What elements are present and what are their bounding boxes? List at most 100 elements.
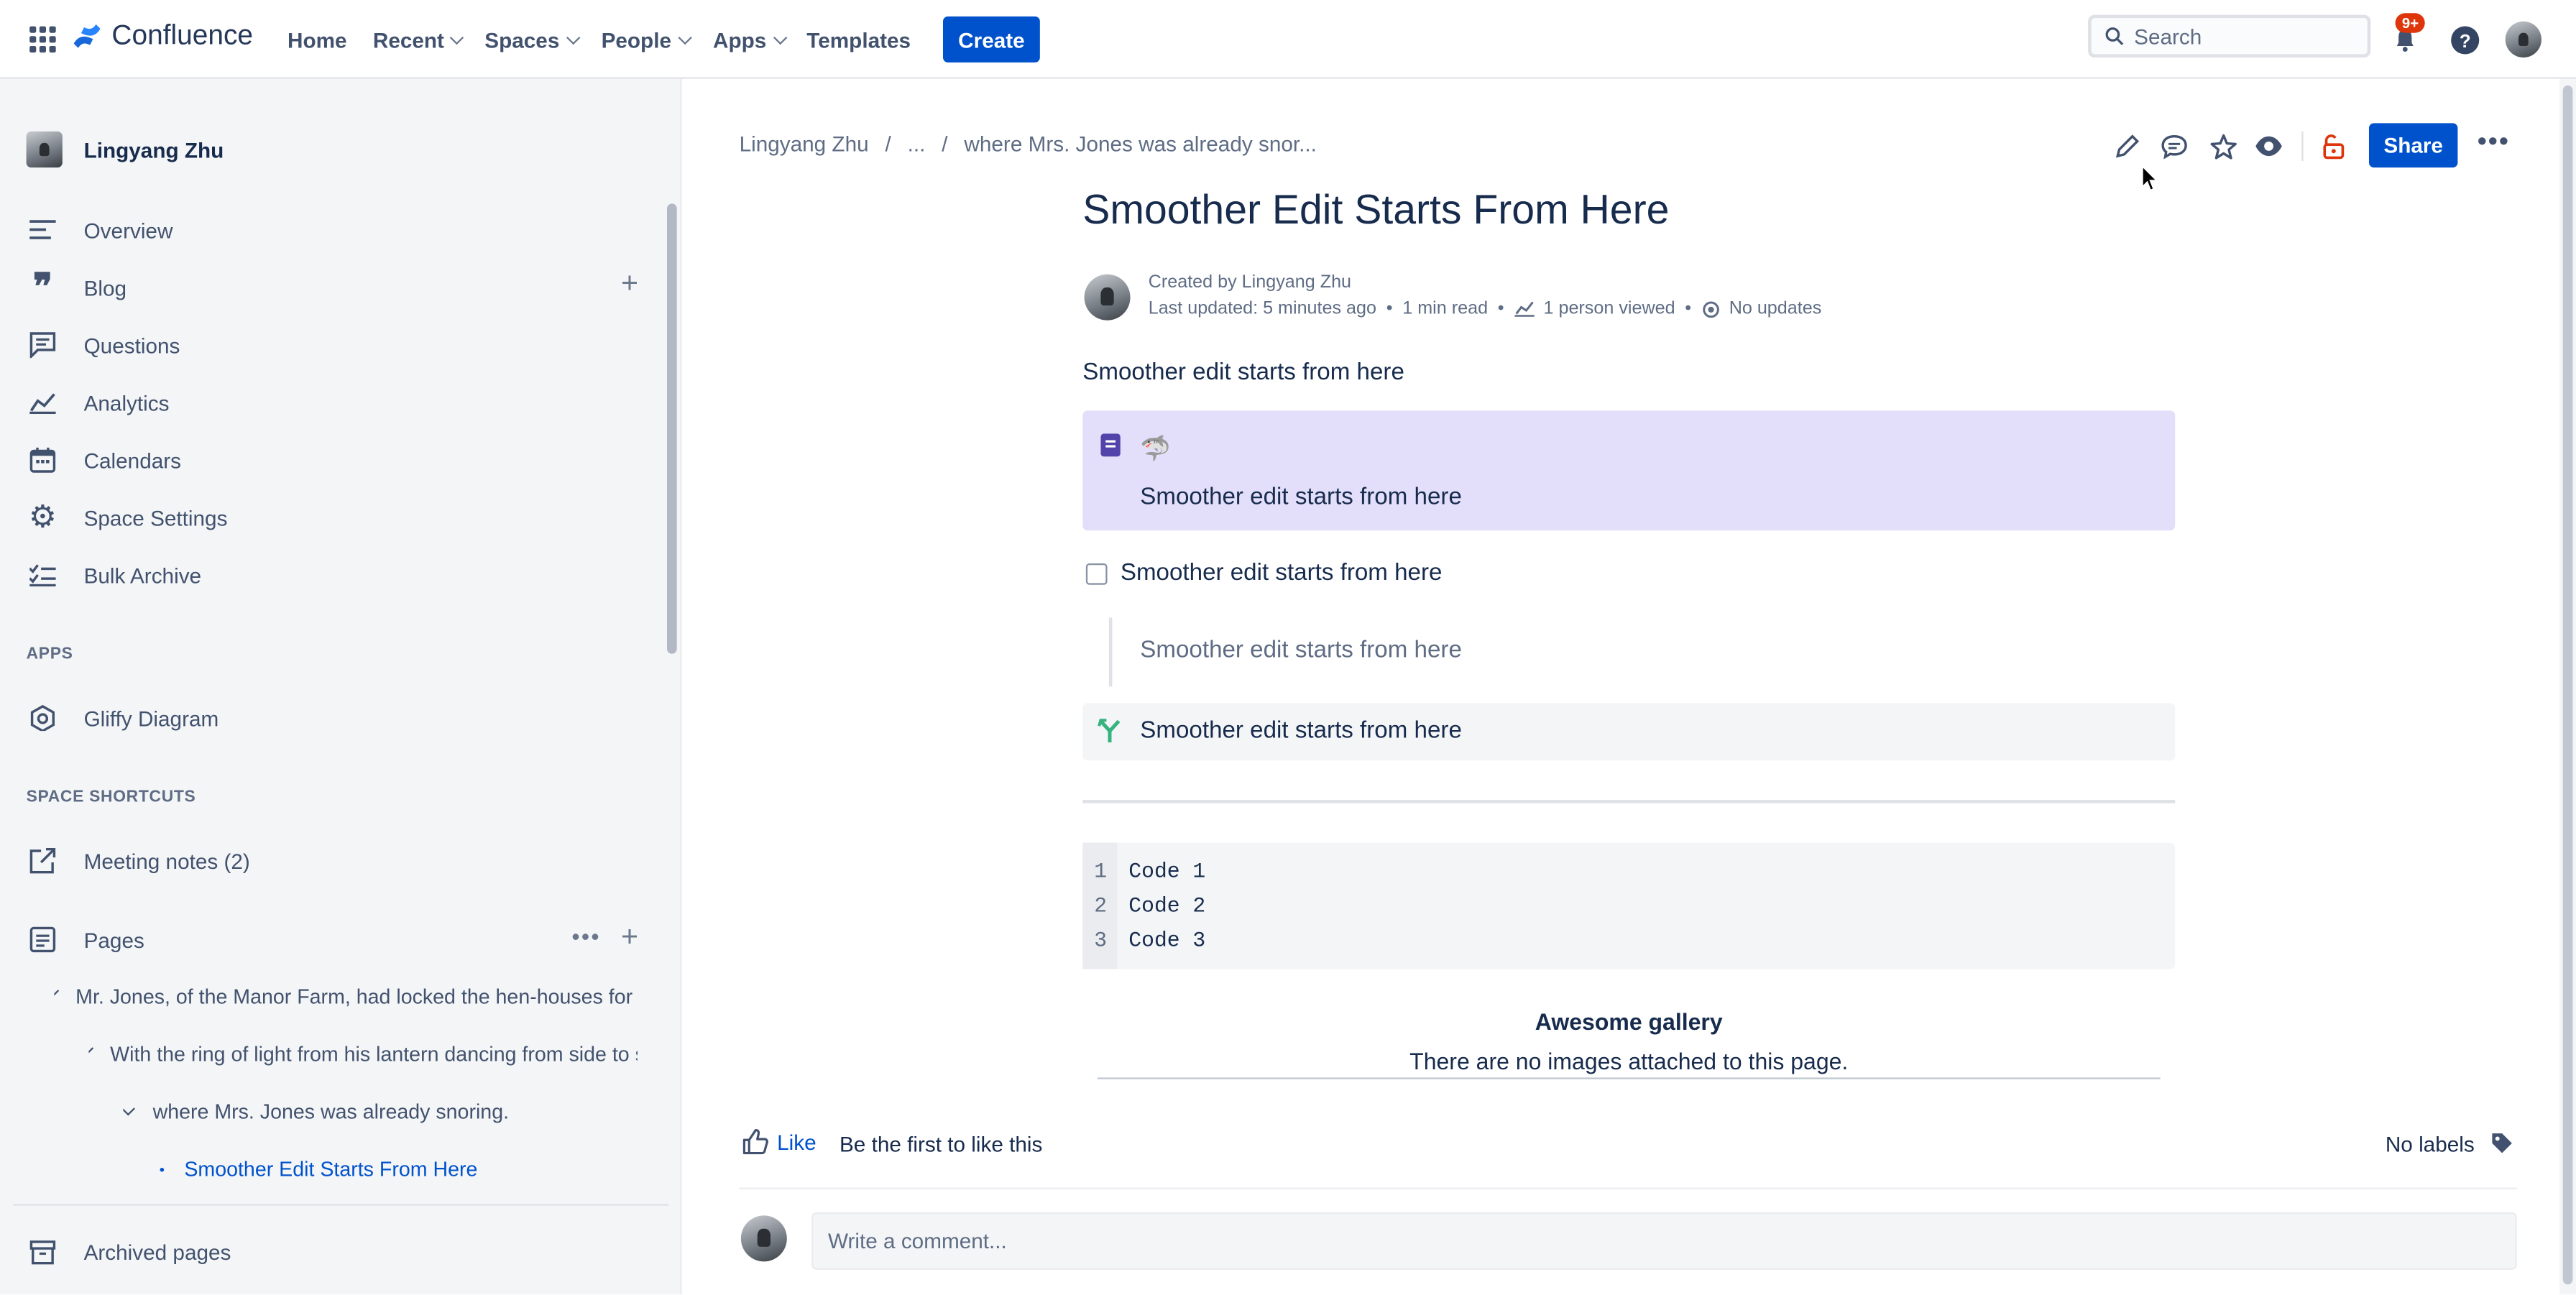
apps-heading: APPS [26,645,73,664]
help-button[interactable]: ? [2446,22,2482,57]
task-checkbox[interactable] [1085,563,1108,585]
sidebar-item-meeting-notes[interactable]: Meeting notes (2) [27,841,250,880]
archive-icon [27,1235,60,1268]
tree-item-label: Mr. Jones, of the Manor Farm, had locked… [75,985,638,1009]
breadcrumb: Lingyang Zhu / ... / where Mrs. Jones wa… [740,132,1317,156]
tree-item-current[interactable]: • Smoother Edit Starts From Here [160,1158,636,1181]
comment-placeholder: Write a comment... [827,1228,1007,1253]
pages-icon [27,923,60,957]
tree-item[interactable]: With the ring of light from his lantern … [88,1043,638,1066]
nav-apps-label: Apps [712,27,767,52]
line-number: 2 [1094,893,1108,918]
space-avatar [26,131,63,168]
blockquote-bar [1108,617,1113,687]
breadcrumb-root[interactable]: Lingyang Zhu [740,132,869,156]
user-avatar[interactable] [2505,21,2542,57]
calendar-icon [27,443,60,476]
tree-item-label: where Mrs. Jones was already snoring. [152,1100,510,1124]
sidebar-item-label: Meeting notes (2) [83,848,250,873]
like-button[interactable]: Like [742,1128,816,1155]
confluence-logo[interactable]: Confluence [73,19,253,52]
last-updated[interactable]: Last updated: 5 minutes ago [1149,295,1376,322]
dot-separator: • [1386,298,1393,319]
nav-apps[interactable]: Apps [712,0,787,79]
dot-separator: • [1685,298,1692,319]
search-input[interactable]: Search [2088,14,2371,57]
sidebar-item-gliffy[interactable]: Gliffy Diagram [27,698,219,737]
gear-icon: ⚙ [28,499,57,535]
quote-icon: ❞ [32,266,52,309]
watch-button[interactable] [2250,128,2286,164]
page-scrollbar[interactable] [2559,78,2576,1295]
page-scrollbar-thumb[interactable] [2562,85,2573,1285]
space-name[interactable]: Lingyang Zhu [84,138,224,162]
sidebar-item-blog[interactable]: ❞ Blog [27,266,126,309]
author-avatar[interactable] [1084,274,1131,321]
gallery-title: Awesome gallery [1535,1008,1723,1035]
tree-item[interactable]: Mr. Jones, of the Manor Farm, had locked… [54,985,638,1009]
sidebar-scrollbar[interactable] [666,203,677,654]
unlock-icon [2323,134,2345,160]
nav-templates[interactable]: Templates [806,0,911,79]
breadcrumb-ellipsis[interactable]: ... [908,132,926,156]
commenter-avatar [740,1215,787,1262]
sidebar-item-overview[interactable]: Overview [27,211,173,250]
notification-badge: 9+ [2395,13,2426,33]
breadcrumb-parent[interactable]: where Mrs. Jones was already snor... [964,132,1316,156]
viewed-count[interactable]: 1 person viewed [1543,295,1675,322]
divider [1082,800,2176,803]
created-by[interactable]: Created by Lingyang Zhu [1149,269,1822,296]
chevron-down-icon [54,990,60,998]
restrictions-button[interactable] [2315,128,2351,164]
nav-people[interactable]: People [601,0,691,79]
star-button[interactable] [2204,128,2240,164]
nav-people-label: People [601,27,671,52]
task-text: Smoother edit starts from here [1120,560,1443,586]
add-blog-button[interactable]: + [621,266,638,300]
sidebar-item-label: Questions [83,332,180,358]
sidebar-item-archived[interactable]: Archived pages [27,1232,231,1271]
emoji-icon: 🦈 [1140,435,1171,464]
comment-icon [2161,134,2186,160]
sidebar-item-pages[interactable]: Pages [27,920,144,959]
nav-home[interactable]: Home [288,0,347,79]
gallery-empty-message: There are no images attached to this pag… [1409,1048,1849,1074]
comment-input[interactable]: Write a comment... [811,1212,2517,1270]
dot-separator: • [1497,298,1504,319]
nav-spaces-label: Spaces [484,27,560,52]
updates-status[interactable]: No updates [1729,295,1822,322]
sidebar-item-analytics[interactable]: Analytics [27,383,170,423]
code-line: Code 3 [1128,928,1206,953]
logo-text: Confluence [111,19,254,51]
sidebar-item-space-settings[interactable]: ⚙ Space Settings [27,498,228,538]
tag-icon[interactable] [2490,1132,2513,1155]
sidebar-item-questions[interactable]: Questions [27,326,180,365]
edit-button[interactable] [2110,128,2145,164]
breadcrumb-separator: / [942,131,948,157]
sidebar-item-label: Analytics [83,390,170,415]
code-block[interactable]: 1 Code 1 2 Code 2 3 Code 3 [1082,842,2176,969]
sidebar-item-bulk-archive[interactable]: Bulk Archive [27,556,202,595]
nav-recent-label: Recent [372,27,444,52]
share-button[interactable]: Share [2368,123,2458,168]
add-page-button[interactable]: + [621,920,638,954]
more-actions-icon[interactable]: ••• [2478,128,2510,157]
comment-button[interactable] [2156,128,2191,164]
analytics-icon [1514,301,1534,317]
sidebar-item-calendars[interactable]: Calendars [27,441,181,480]
pages-more-icon[interactable]: ••• [571,923,600,950]
tree-item[interactable]: where Mrs. Jones was already snoring. [123,1100,637,1123]
tree-item-label: With the ring of light from his lantern … [110,1043,638,1066]
quote-text: Smoother edit starts from here [1140,637,1462,664]
create-button[interactable]: Create [942,16,1040,63]
app-switcher-icon[interactable] [29,26,56,53]
like-label: Like [777,1129,816,1154]
nav-recent[interactable]: Recent [372,0,464,79]
sidebar-item-label: Space Settings [83,504,228,530]
chevron-down-icon [450,29,464,45]
gallery-divider [1097,1077,2161,1079]
body-paragraph: Smoother edit starts from here [1082,359,1404,387]
nav-templates-label: Templates [806,27,911,52]
top-navigation: Confluence Home Recent Spaces People App… [0,0,2576,79]
nav-spaces[interactable]: Spaces [484,0,580,79]
